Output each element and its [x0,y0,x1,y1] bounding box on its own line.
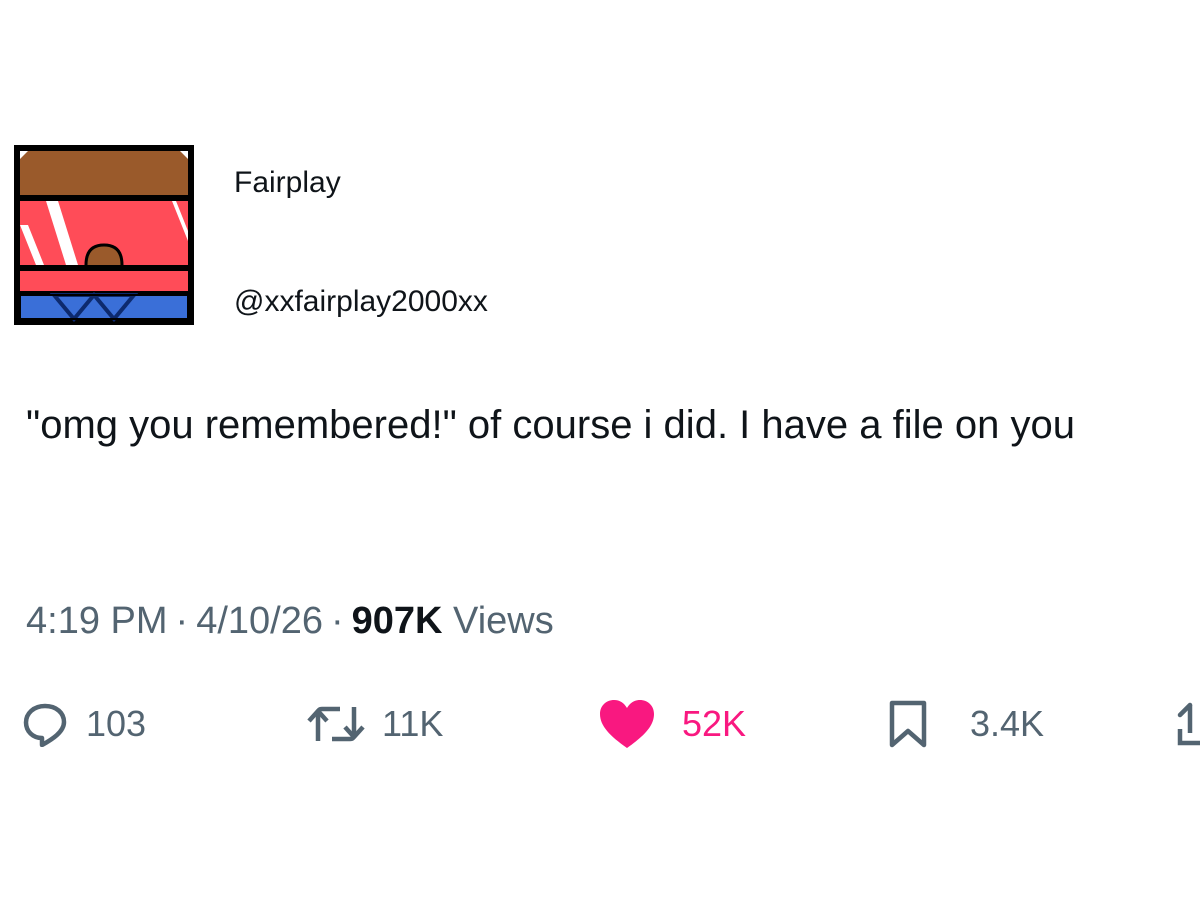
views-label: Views [453,600,554,642]
reply-bubble-icon [23,703,67,747]
reply-button[interactable]: 103 [22,696,146,752]
retweet-button[interactable]: 11K [306,696,443,752]
bookmark-button[interactable]: 3.4K [888,696,1044,752]
meta-separator: · [330,600,344,642]
bookmark-icon [889,700,927,748]
heart-icon [600,700,654,748]
tweet-date[interactable]: 4/10/26 [196,600,323,642]
like-count: 52K [682,703,747,744]
share-icon [1177,702,1200,746]
views-count: 907K [351,600,443,642]
tweet-time[interactable]: 4:19 PM [26,600,168,642]
tweet-meta: 4:19 PM · 4/10/26 · 907K Views [26,598,554,644]
retweet-icon [307,706,365,742]
tweet-text: "omg you remembered!" of course i did. I… [26,403,1075,447]
avatar[interactable] [14,145,194,325]
author-display-name[interactable]: Fairplay [234,166,341,200]
share-button[interactable] [1176,696,1200,752]
reply-count: 103 [86,703,147,744]
bookmark-count: 3.4K [970,703,1045,744]
meta-separator: · [175,600,189,642]
author-handle[interactable]: @xxfairplay2000xx [234,285,488,319]
like-button[interactable]: 52K [598,696,746,752]
retweet-count: 11K [382,703,444,744]
pixel-art-character-avatar-icon [14,145,194,325]
